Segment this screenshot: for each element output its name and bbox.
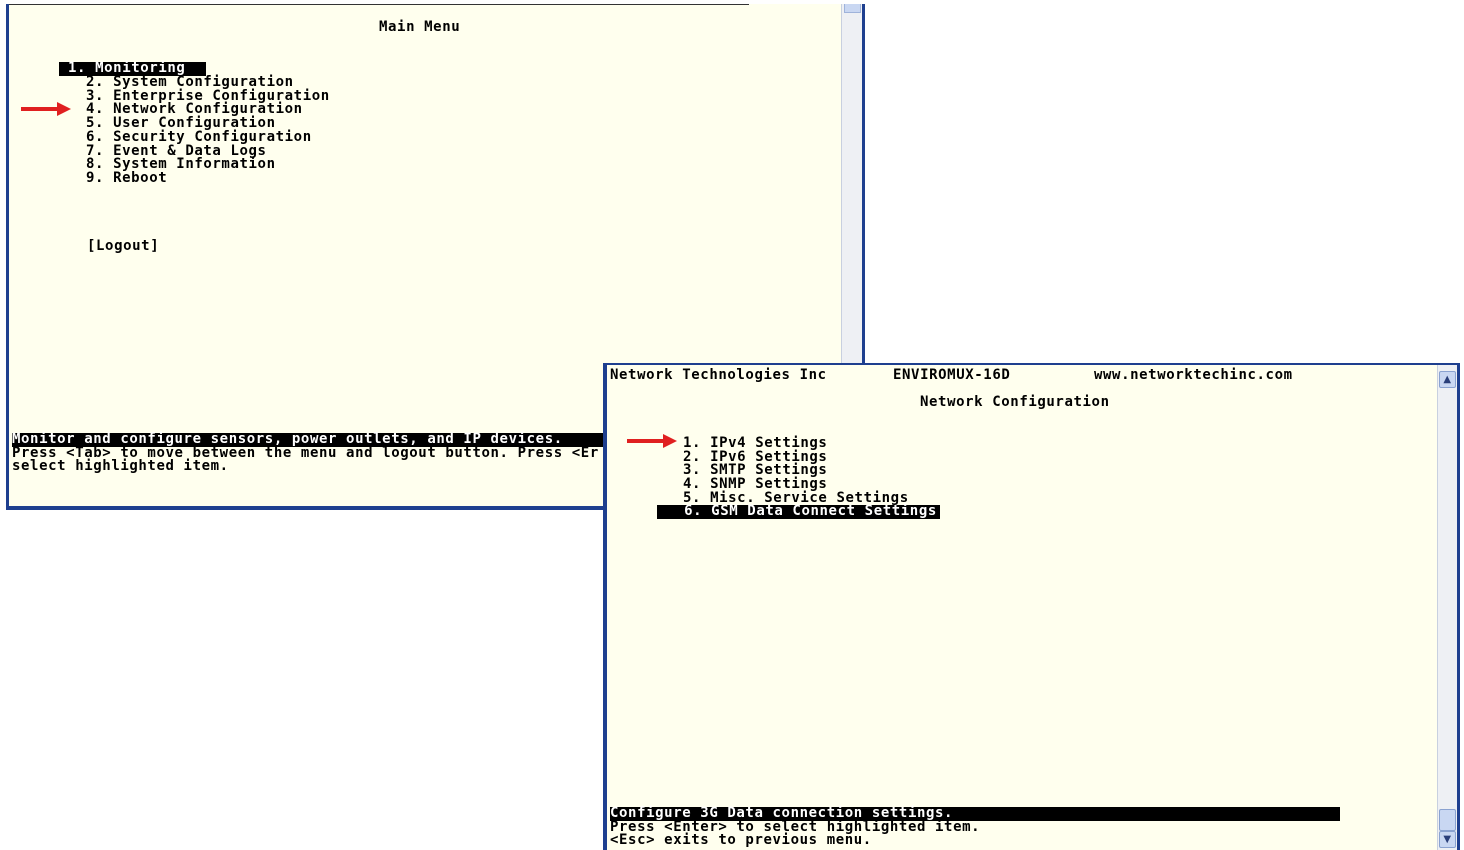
status-line-3: <Esc> exits to previous menu. [610, 832, 872, 848]
header-product: ENVIROMUX-16D [893, 367, 1011, 383]
header-company: Network Technologies Inc [610, 367, 827, 383]
menu-item-reboot[interactable]: 9. Reboot [86, 171, 167, 186]
scroll-down-button[interactable]: ▼ [1439, 831, 1456, 848]
page-title: Main Menu [379, 19, 461, 35]
red-arrow-icon [627, 434, 677, 448]
menu-item-gsm-data-connect-settings[interactable]: 6. GSM Data Connect Settings [657, 504, 940, 519]
chevron-down-icon: ▼ [1443, 834, 1452, 845]
chevron-up-icon: ▲ [1443, 374, 1452, 385]
top-divider [9, 4, 749, 5]
scroll-up-button[interactable] [844, 4, 861, 13]
logout-button[interactable]: [Logout] [87, 239, 159, 254]
scroll-up-button[interactable]: ▲ [1439, 371, 1456, 388]
red-arrow-icon [21, 102, 71, 116]
page-title: Network Configuration [920, 394, 1110, 410]
status-line-3: select highlighted item. [12, 458, 229, 474]
vertical-scrollbar[interactable]: ▲ ▼ [1437, 365, 1457, 850]
network-configuration-window: Network Technologies Inc ENVIROMUX-16D w… [603, 363, 1460, 850]
header-website: www.networktechinc.com [1094, 367, 1293, 383]
scroll-thumb[interactable] [1439, 809, 1456, 831]
